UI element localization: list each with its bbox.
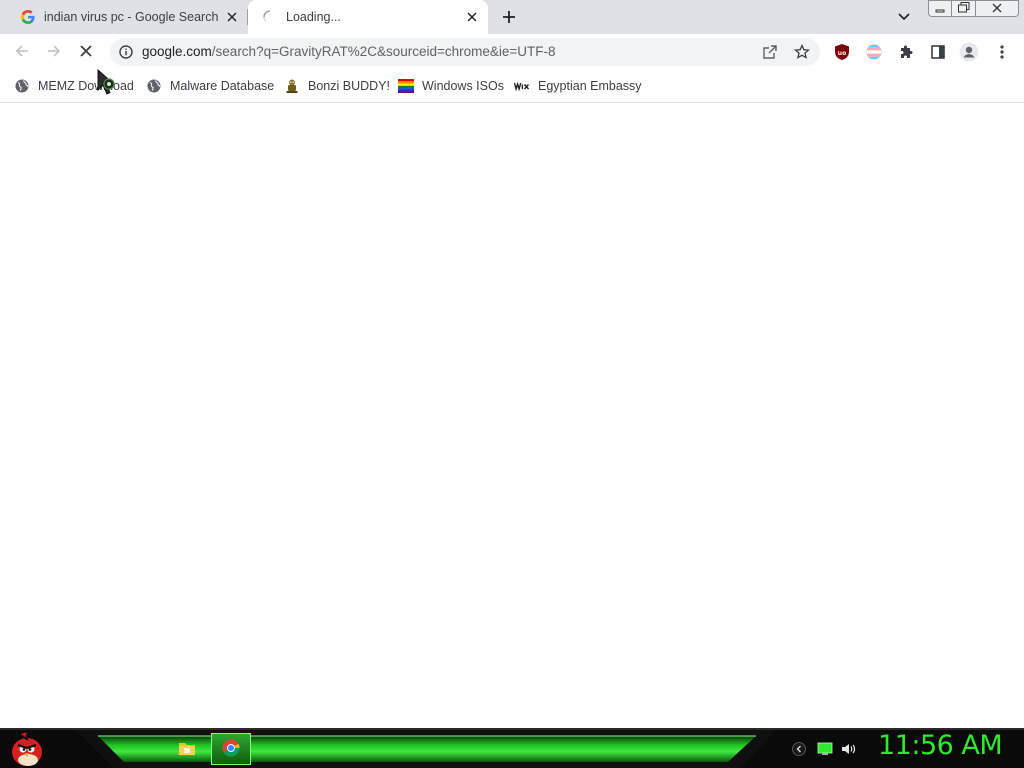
bookmarks-bar: MEMZ Download Malware Database Bonzi BUD… <box>0 70 1024 103</box>
start-button[interactable] <box>6 728 48 768</box>
minimize-icon <box>935 2 945 16</box>
star-icon[interactable] <box>792 42 812 62</box>
volume-icon[interactable] <box>840 740 858 758</box>
bookmark-label: Egyptian Embassy <box>538 79 642 93</box>
tray-chevron-icon[interactable] <box>790 740 808 758</box>
menu-dots-icon[interactable] <box>991 41 1013 63</box>
pride-flag-icon[interactable] <box>863 41 885 63</box>
forward-icon <box>46 43 62 62</box>
wix-icon <box>514 78 530 94</box>
extensions-puzzle-icon[interactable] <box>895 41 917 63</box>
url-host: google.com <box>142 44 212 59</box>
monitor-icon[interactable] <box>816 740 834 758</box>
new-tab-button[interactable] <box>498 6 520 28</box>
tab-search-chevron-icon[interactable] <box>894 8 914 26</box>
globe-icon <box>14 78 30 94</box>
ublock-icon[interactable]: uo <box>831 41 853 63</box>
back-button[interactable] <box>8 38 36 66</box>
svg-text:uo: uo <box>838 50 846 57</box>
address-bar[interactable]: google.com/search?q=GravityRAT%2C&source… <box>110 38 820 66</box>
taskbar-clock[interactable]: 11:56 AM <box>878 730 1003 761</box>
loading-spinner-icon <box>262 9 278 25</box>
bookmark-windows-isos[interactable]: Windows ISOs <box>398 76 504 96</box>
bookmark-label: Bonzi BUDDY! <box>308 79 390 93</box>
back-icon <box>14 43 30 62</box>
profile-icon[interactable] <box>958 41 980 63</box>
google-g-icon <box>20 9 36 25</box>
minimize-button[interactable] <box>928 0 952 17</box>
url-text[interactable]: google.com/search?q=GravityRAT%2C&source… <box>142 44 556 59</box>
stop-loading-icon <box>79 44 93 61</box>
tab-title: Loading... <box>286 10 341 24</box>
browser-toolbar: google.com/search?q=GravityRAT%2C&source… <box>0 34 1024 70</box>
tab-strip: indian virus pc - Google Search Loading.… <box>0 0 1024 34</box>
page-viewport <box>0 103 1024 728</box>
close-tab-icon[interactable] <box>462 7 482 27</box>
url-path: /search?q=GravityRAT%2C&sourceid=chrome&… <box>211 44 556 59</box>
taskbar: 11:56 AM <box>0 728 1024 768</box>
tab-google-search[interactable]: indian virus pc - Google Search <box>8 0 248 34</box>
taskbar-file-explorer[interactable] <box>172 735 202 763</box>
tab-title: indian virus pc - Google Search <box>44 10 219 24</box>
tab-loading[interactable]: Loading... <box>248 0 488 34</box>
globe-icon <box>146 78 162 94</box>
mouse-cursor-icon <box>96 68 126 100</box>
rainbow-flag-icon <box>398 78 414 94</box>
site-info-icon[interactable] <box>116 42 136 62</box>
bookmark-malware-database[interactable]: Malware Database <box>146 76 274 96</box>
stop-loading-button[interactable] <box>72 38 100 66</box>
bookmark-bonzi-buddy[interactable]: Bonzi BUDDY! <box>284 76 390 96</box>
close-icon <box>992 2 1002 16</box>
maximize-button[interactable] <box>951 0 976 17</box>
maximize-icon <box>957 1 970 16</box>
bookmark-label: Windows ISOs <box>422 79 504 93</box>
file-explorer-icon <box>178 740 196 759</box>
window-close-button[interactable] <box>975 0 1019 17</box>
forward-button[interactable] <box>40 38 68 66</box>
chrome-icon <box>222 739 240 760</box>
angry-bird-icon <box>6 731 48 768</box>
side-panel-icon[interactable] <box>927 41 949 63</box>
bookmark-label: Malware Database <box>170 79 275 93</box>
close-tab-icon[interactable] <box>222 7 242 27</box>
share-icon[interactable] <box>760 42 780 62</box>
taskbar-chrome[interactable] <box>211 733 251 765</box>
bonzi-icon <box>284 78 300 94</box>
bookmark-egyptian-embassy[interactable]: Egyptian Embassy <box>514 76 642 96</box>
